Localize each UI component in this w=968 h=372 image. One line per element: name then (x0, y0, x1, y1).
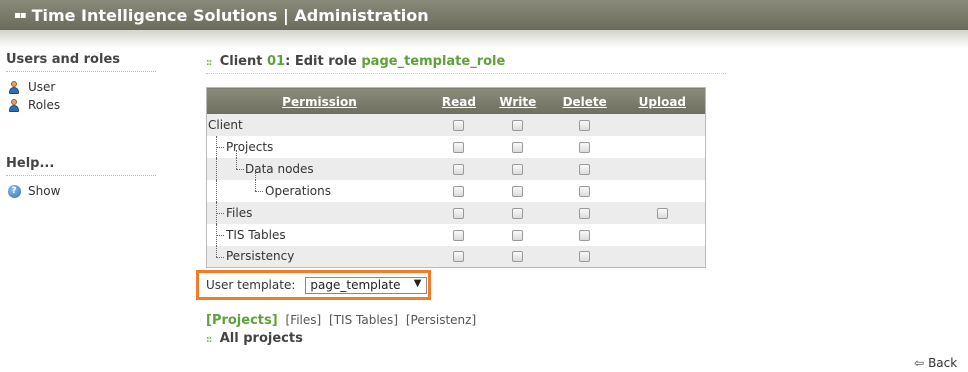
write-checkbox[interactable] (512, 207, 524, 219)
write-checkbox[interactable] (512, 163, 524, 175)
permission-name: Client (206, 113, 433, 136)
read-checkbox[interactable] (453, 119, 465, 131)
column-read[interactable]: Read (432, 87, 486, 114)
user-template-field: User template: page_template ▼ (196, 270, 431, 300)
table-row: Projects (206, 135, 706, 158)
permission-name: Persistency (206, 245, 433, 268)
write-checkbox[interactable] (512, 141, 524, 153)
user-icon (6, 80, 22, 94)
sidebar-item-label: Roles (28, 98, 61, 112)
column-write[interactable]: Write (485, 87, 550, 114)
permission-name: Files (206, 201, 433, 224)
back-icon: ⇦ (914, 356, 925, 370)
help-icon: ? (6, 184, 22, 198)
bullet-dots-icon: :: (206, 58, 212, 68)
write-checkbox[interactable] (512, 119, 524, 131)
grid-icon: ▪▪ (14, 9, 27, 21)
table-row: Data nodes (206, 157, 706, 180)
app-header: ▪▪ Time Intelligence Solutions | Adminis… (0, 0, 968, 30)
dropdown-arrow-icon: ▼ (413, 277, 422, 289)
sidebar-item-show-help[interactable]: ? Show (6, 182, 156, 200)
sidebar-item-label: Show (28, 184, 61, 198)
role-name: page_template_role (361, 54, 506, 69)
client-id: 01 (267, 54, 286, 69)
user-template-value: page_template (310, 278, 401, 292)
permission-name: TIS Tables (206, 223, 433, 246)
back-label: Back (928, 356, 958, 370)
read-checkbox[interactable] (453, 163, 465, 175)
back-link[interactable]: ⇦ Back (914, 356, 957, 370)
delete-checkbox[interactable] (579, 229, 591, 241)
sidebar-item-roles[interactable]: Roles (6, 96, 156, 114)
column-delete[interactable]: Delete (549, 87, 620, 114)
page-title: :: Client 01: Edit role page_template_ro… (206, 54, 726, 74)
read-checkbox[interactable] (453, 229, 465, 241)
permission-table: Permission Read Write Delete Upload Clie… (206, 87, 706, 268)
write-checkbox[interactable] (512, 185, 524, 197)
permission-name: Operations (206, 179, 433, 202)
read-checkbox[interactable] (453, 141, 465, 153)
read-checkbox[interactable] (453, 207, 465, 219)
roles-icon (6, 98, 22, 112)
header-shadow (0, 30, 968, 48)
permission-name: Data nodes (206, 157, 433, 180)
column-permission[interactable]: Permission (206, 87, 433, 114)
table-row: TIS Tables (206, 223, 706, 246)
column-upload[interactable]: Upload (619, 87, 706, 114)
sidebar-item-label: User (28, 80, 56, 94)
bullet-dots-icon: :: (206, 335, 212, 345)
help-heading: Help... (6, 156, 156, 176)
read-checkbox[interactable] (453, 251, 465, 263)
delete-checkbox[interactable] (579, 163, 591, 175)
sidebar: Users and roles User Roles Help... ? Sho… (6, 52, 156, 200)
user-template-select[interactable]: page_template ▼ (305, 276, 428, 294)
table-row: Operations (206, 179, 706, 202)
write-checkbox[interactable] (512, 229, 524, 241)
read-checkbox[interactable] (453, 185, 465, 197)
user-template-label: User template: (206, 278, 296, 292)
permission-name: Projects (206, 135, 433, 158)
users-roles-heading: Users and roles (6, 52, 156, 72)
sidebar-item-user[interactable]: User (6, 78, 156, 96)
table-row: Files (206, 201, 706, 224)
delete-checkbox[interactable] (579, 251, 591, 263)
title-prefix: Client (219, 54, 263, 69)
delete-checkbox[interactable] (579, 207, 591, 219)
table-row: Persistency (206, 245, 706, 268)
delete-checkbox[interactable] (579, 119, 591, 131)
write-checkbox[interactable] (512, 251, 524, 263)
table-row: Client (206, 113, 706, 136)
tab-projects[interactable]: [Projects] (206, 313, 278, 328)
tab-files[interactable]: [Files] (286, 313, 322, 327)
tab-persistenz[interactable]: [Persistenz] (406, 313, 476, 327)
title-mid: : Edit role (285, 54, 357, 69)
all-projects-heading: :: All projects (206, 331, 303, 346)
section-tabs: [Projects] [Files] [TIS Tables] [Persist… (206, 313, 480, 328)
app-title: Time Intelligence Solutions | Administra… (31, 5, 429, 25)
delete-checkbox[interactable] (579, 185, 591, 197)
delete-checkbox[interactable] (579, 141, 591, 153)
upload-checkbox[interactable] (656, 207, 668, 219)
tab-tis-tables[interactable]: [TIS Tables] (329, 313, 398, 327)
